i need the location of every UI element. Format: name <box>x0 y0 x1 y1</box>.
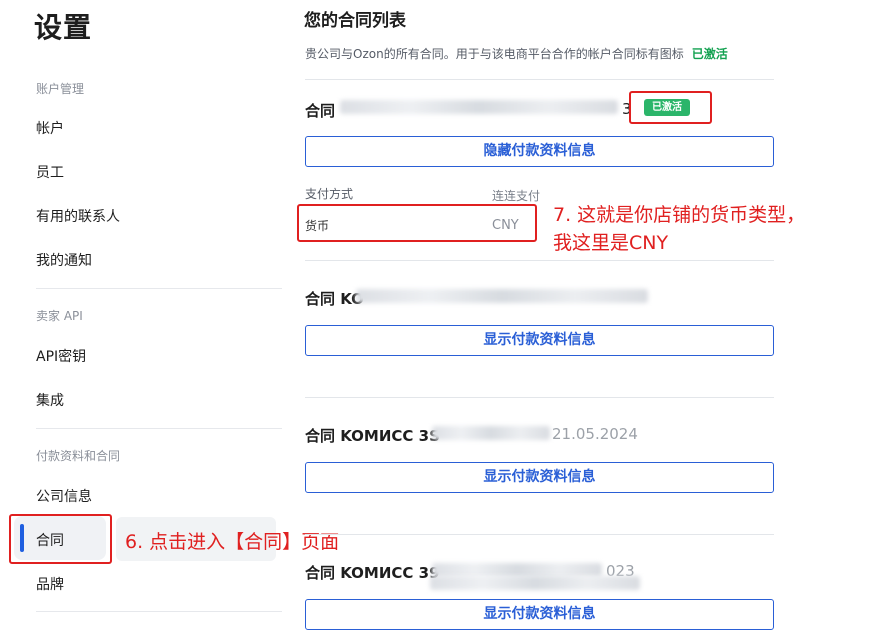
contracts-subtitle: 贵公司与Ozon的所有合同。用于与该电商平台合作的帐户合同标有图标 已激活 <box>305 45 728 62</box>
annotation-step7-line2: 我这里是CNY <box>553 232 669 254</box>
section-heading-payment: 付款资料和合同 <box>36 449 121 463</box>
page-title: 设置 <box>34 11 93 44</box>
show-payment-info-button[interactable]: 显示付款资料信息 <box>305 325 774 356</box>
highlight-box-contracts <box>9 514 112 564</box>
redacted-overlay <box>430 576 640 590</box>
sidebar-item-company-info[interactable]: 公司信息 <box>36 486 92 506</box>
sidebar-item-contacts[interactable]: 有用的联系人 <box>36 206 120 226</box>
show-payment-info-button[interactable]: 显示付款资料信息 <box>305 462 774 493</box>
contract-name: 合同 KOMИCC 3S <box>305 427 440 445</box>
highlight-box-currency <box>297 204 537 242</box>
divider <box>305 260 774 261</box>
divider <box>305 534 774 535</box>
divider <box>305 79 774 80</box>
subtitle-status: 已激活 <box>691 47 728 61</box>
annotation-step7-line1: 7. 这就是你店铺的货币类型， <box>553 204 806 226</box>
sidebar-item-brands[interactable]: 品牌 <box>36 574 64 594</box>
contract-name-prefix: 合同 <box>305 102 336 120</box>
sidebar-item-employees[interactable]: 员工 <box>36 162 64 182</box>
redacted-contract-number <box>432 563 602 577</box>
payment-method-label: 支付方式 <box>305 187 354 201</box>
contract-name: 合同 KOMИCC 39 <box>305 564 440 582</box>
section-heading-api: 卖家 API <box>36 309 83 323</box>
sidebar-divider <box>36 611 282 612</box>
redacted-contract-number <box>432 426 550 440</box>
section-heading-account: 账户管理 <box>36 82 85 96</box>
payment-method-value: 连连支付 <box>492 189 541 203</box>
sidebar-item-notifications[interactable]: 我的通知 <box>36 250 92 270</box>
divider <box>305 397 774 398</box>
contract-name: 合同 <box>305 100 335 121</box>
sidebar-divider <box>36 428 282 429</box>
redacted-contract-number <box>356 289 648 303</box>
sidebar-divider <box>36 288 282 289</box>
show-payment-info-button[interactable]: 显示付款资料信息 <box>305 599 774 630</box>
highlight-box-badge <box>629 91 712 124</box>
sidebar-item-account[interactable]: 帐户 <box>36 118 64 138</box>
annotation-step6: 6. 点击进入【合同】页面 <box>125 531 340 553</box>
contracts-list-title: 您的合同列表 <box>304 11 406 31</box>
subtitle-text: 贵公司与Ozon的所有合同。用于与该电商平台合作的帐户合同标有图标 <box>305 47 684 61</box>
hide-payment-info-button[interactable]: 隐藏付款资料信息 <box>305 136 774 167</box>
contract-date: 21.05.2024 <box>552 425 638 443</box>
sidebar-item-integrations[interactable]: 集成 <box>36 390 64 410</box>
redacted-contract-number <box>340 100 618 114</box>
sidebar-item-api-keys[interactable]: API密钥 <box>36 346 86 366</box>
